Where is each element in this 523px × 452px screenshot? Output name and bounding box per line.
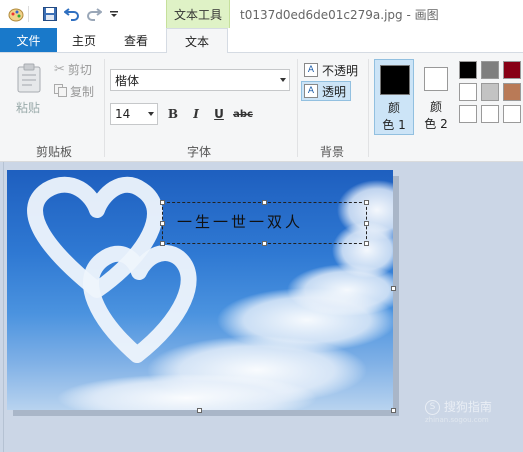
resize-handle[interactable]: [262, 200, 267, 205]
watermark-line1: 搜狗指南: [443, 400, 492, 414]
cut-button[interactable]: ✂ 剪切: [54, 61, 92, 78]
bold-button[interactable]: B: [164, 105, 182, 123]
font-size-value: 14: [115, 107, 131, 121]
resize-handle[interactable]: [160, 241, 165, 246]
resize-handle[interactable]: [160, 221, 165, 226]
transparent-option[interactable]: A 透明: [301, 81, 351, 101]
workspace-edge: [3, 162, 4, 452]
opaque-option[interactable]: A 不透明: [302, 60, 360, 80]
color2-label-line2: 色 2: [424, 117, 448, 131]
chevron-down-icon: [280, 78, 286, 82]
text-tools-context-label: 文本工具: [166, 0, 230, 28]
group-separator: [297, 59, 298, 157]
font-family-select[interactable]: 楷体: [110, 69, 290, 91]
image-canvas[interactable]: 一生一世一双人: [7, 170, 393, 410]
resize-handle[interactable]: [364, 200, 369, 205]
paste-icon[interactable]: [16, 63, 42, 93]
copy-icon: [54, 83, 67, 100]
background-group-label: 背景: [320, 145, 345, 159]
resize-handle[interactable]: [160, 200, 165, 205]
palette-swatch[interactable]: [503, 105, 521, 123]
paint-app-icon[interactable]: [8, 6, 24, 22]
canvas-text[interactable]: 一生一世一双人: [177, 211, 303, 232]
color2-button[interactable]: 颜 色 2: [416, 59, 456, 135]
text-opaque-icon: A: [304, 63, 318, 77]
underline-button[interactable]: U: [210, 105, 228, 123]
opaque-label: 不透明: [322, 63, 359, 78]
undo-icon[interactable]: [64, 6, 80, 22]
tab-text[interactable]: 文本: [166, 28, 228, 53]
color1-button[interactable]: 颜 色 1: [374, 59, 414, 135]
paste-button[interactable]: 粘贴: [16, 99, 40, 116]
palette-swatch[interactable]: [481, 61, 499, 79]
canvas-resize-handle[interactable]: [391, 286, 396, 291]
palette-swatch[interactable]: [459, 105, 477, 123]
color1-label-line2: 色 1: [382, 118, 406, 132]
resize-handle[interactable]: [364, 221, 369, 226]
palette-swatch[interactable]: [459, 83, 477, 101]
copy-button[interactable]: 复制: [54, 83, 94, 100]
group-separator: [368, 59, 369, 157]
canvas-resize-handle[interactable]: [391, 408, 396, 413]
palette-swatch[interactable]: [503, 83, 521, 101]
copy-label: 复制: [70, 85, 95, 99]
palette-swatch[interactable]: [481, 83, 499, 101]
tab-view[interactable]: 查看: [110, 28, 162, 52]
tab-home[interactable]: 主页: [58, 28, 110, 52]
strikethrough-button[interactable]: abc: [232, 105, 254, 123]
text-transparent-icon: A: [304, 84, 318, 98]
qa-separator: [28, 6, 29, 22]
save-icon[interactable]: [42, 6, 58, 22]
ribbon-panel: 粘贴 ✂ 剪切 复制 剪贴板 楷体 14 B I U abc 字体 A 不透明 …: [0, 53, 523, 162]
watermark-text: S 搜狗指南: [425, 398, 492, 415]
color1-swatch: [380, 65, 410, 95]
window-title: t0137d0ed6de01c279a.jpg - 画图: [240, 8, 439, 22]
font-size-select[interactable]: 14: [110, 103, 158, 125]
color2-label-line1: 颜: [429, 100, 442, 114]
resize-handle[interactable]: [262, 241, 267, 246]
redo-icon[interactable]: [86, 6, 102, 22]
palette-swatch[interactable]: [503, 61, 521, 79]
cut-label: 剪切: [67, 63, 92, 77]
color1-label-line1: 颜: [387, 101, 400, 115]
palette-swatch[interactable]: [481, 105, 499, 123]
tab-file[interactable]: 文件: [0, 28, 57, 52]
italic-button[interactable]: I: [187, 105, 205, 123]
clipboard-group-label: 剪贴板: [36, 145, 73, 159]
group-separator: [104, 59, 105, 157]
chevron-down-icon: [148, 112, 154, 116]
customize-toolbar-icon[interactable]: [106, 6, 122, 22]
canvas-resize-handle[interactable]: [197, 408, 202, 413]
transparent-label: 透明: [322, 84, 347, 99]
watermark-url: zhinan.sogou.com: [425, 416, 489, 424]
resize-handle[interactable]: [364, 241, 369, 246]
palette-swatch[interactable]: [459, 61, 477, 79]
ribbon-tabs: 文件 主页 查看 文本: [0, 28, 523, 53]
font-group-label: 字体: [187, 145, 212, 159]
scissors-icon: ✂: [54, 62, 65, 77]
title-bar: 文本工具 t0137d0ed6de01c279a.jpg - 画图: [0, 0, 523, 28]
sogou-logo-icon: S: [425, 400, 440, 415]
font-family-value: 楷体: [115, 73, 140, 88]
color2-swatch: [424, 67, 448, 91]
